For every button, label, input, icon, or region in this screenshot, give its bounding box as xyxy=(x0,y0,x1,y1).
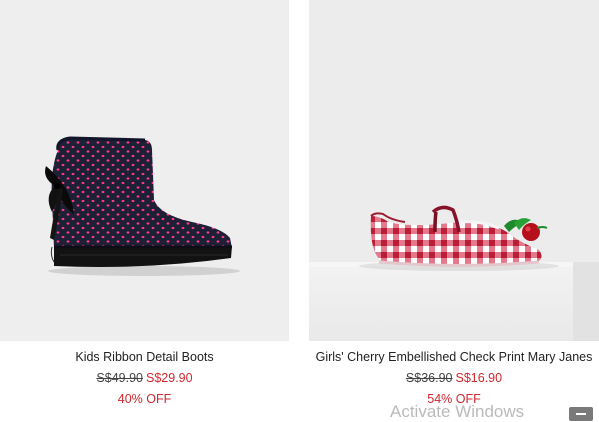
product-info-cherry-mary-janes: Girls' Cherry Embellished Check Print Ma… xyxy=(309,350,599,408)
original-price: S$36.90 xyxy=(405,371,453,385)
product-card-kids-boots[interactable]: Kids Ribbon Detail Boots S$49.90 S$29.90 … xyxy=(0,0,289,408)
price-row: S$49.90 S$29.90 xyxy=(0,371,289,387)
product-image-kids-boots[interactable] xyxy=(0,0,289,341)
minus-icon xyxy=(576,413,586,415)
discount-badge: 40% OFF xyxy=(117,392,172,406)
boot-illustration xyxy=(45,136,240,276)
product-image-cherry-mary-janes[interactable] xyxy=(309,0,599,341)
product-card-cherry-mary-janes[interactable]: Girls' Cherry Embellished Check Print Ma… xyxy=(309,0,599,408)
mary-jane-illustration xyxy=(359,205,559,271)
product-name[interactable]: Kids Ribbon Detail Boots xyxy=(0,350,289,366)
original-price: S$49.90 xyxy=(96,371,143,385)
sale-price: S$16.90 xyxy=(455,371,503,385)
activate-windows-watermark: Activate Windows xyxy=(390,402,525,421)
sale-price: S$29.90 xyxy=(146,371,193,385)
product-name[interactable]: Girls' Cherry Embellished Check Print Ma… xyxy=(309,350,599,366)
product-info-kids-boots: Kids Ribbon Detail Boots S$49.90 S$29.90 … xyxy=(0,350,289,408)
price-row: S$36.90 S$16.90 xyxy=(309,371,599,387)
